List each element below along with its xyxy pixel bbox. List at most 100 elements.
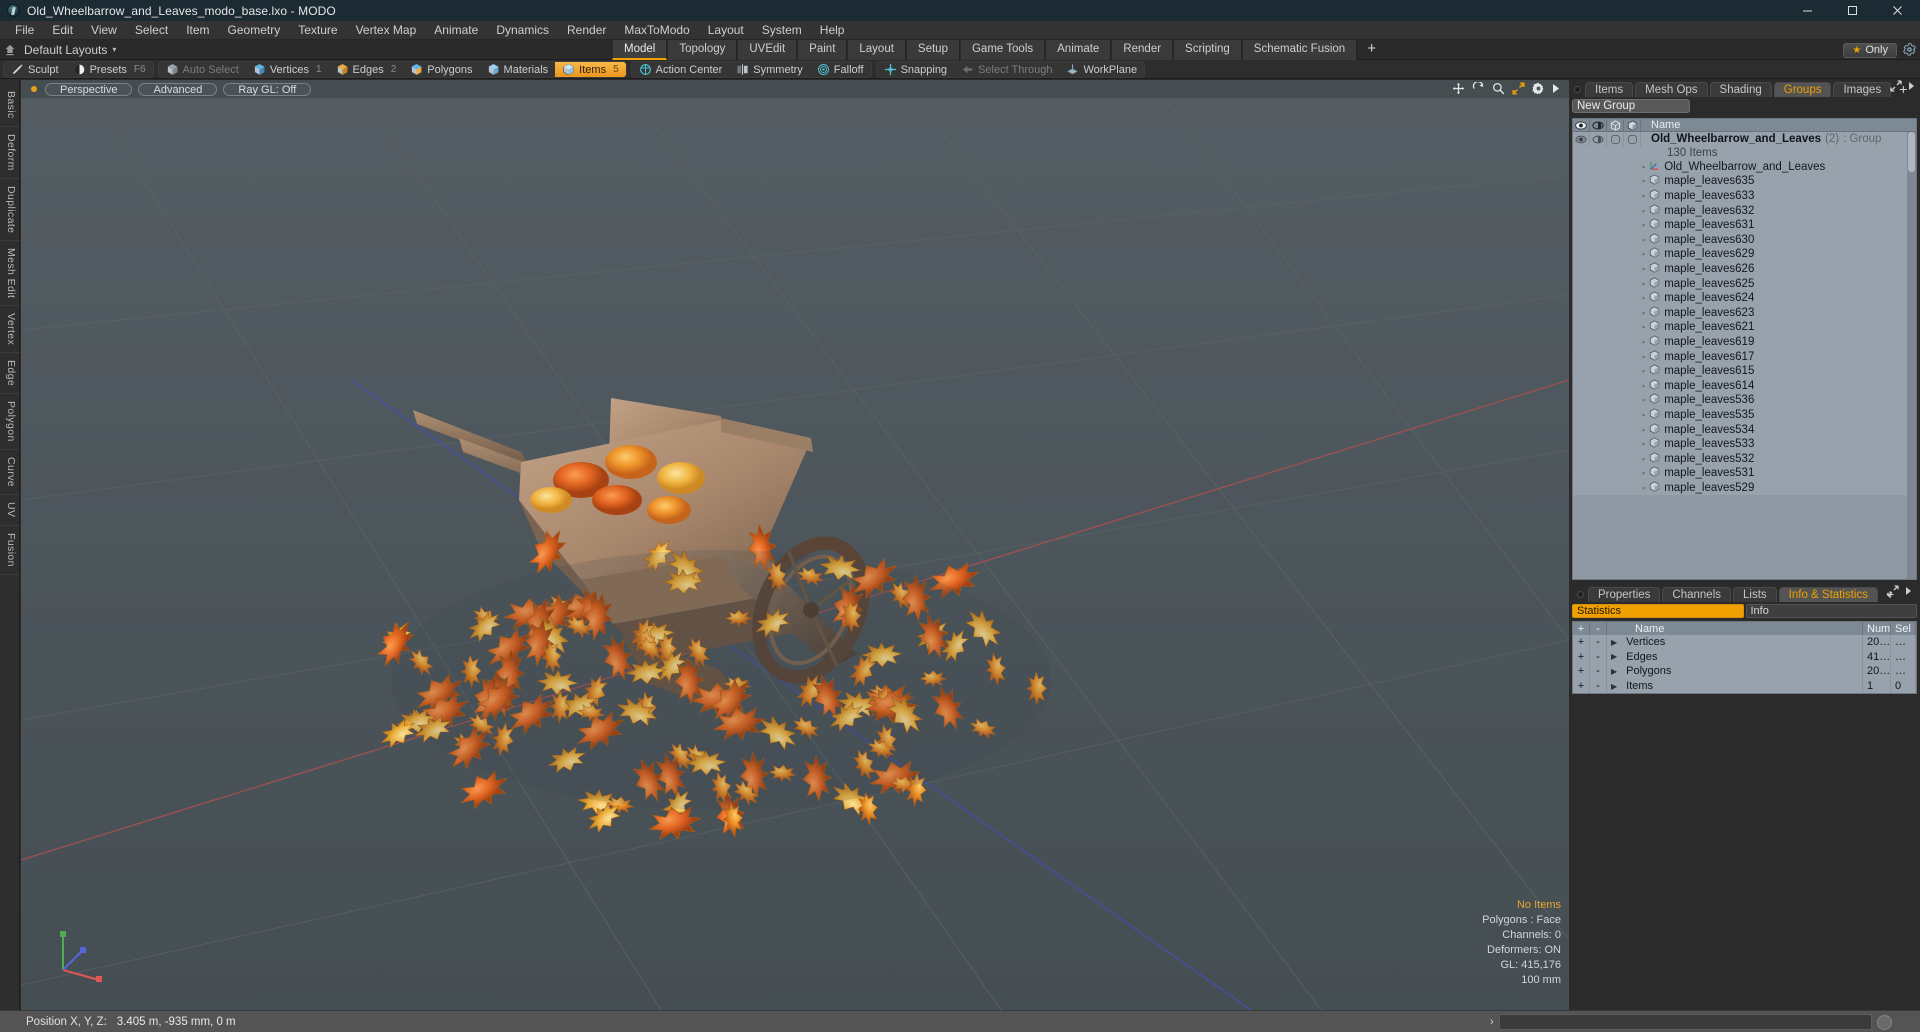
item-list-body[interactable]: Old_Wheelbarrow_and_Leaves (2) : Group 13… bbox=[1573, 132, 1916, 496]
expand-panel-icon[interactable] bbox=[1890, 80, 1902, 95]
stat-add-button[interactable]: + bbox=[1573, 664, 1590, 679]
layout-tab-uvedit[interactable]: UVEdit bbox=[737, 40, 798, 60]
list-item[interactable]: ▪ maple_leaves624 bbox=[1573, 290, 1916, 306]
viewport-projection-selector[interactable]: Perspective bbox=[45, 82, 133, 96]
menu-item-geometry[interactable]: Geometry bbox=[219, 21, 290, 40]
only-button[interactable]: ★ Only bbox=[1843, 42, 1897, 58]
menu-item-vertex-map[interactable]: Vertex Map bbox=[347, 21, 426, 40]
menu-item-help[interactable]: Help bbox=[811, 21, 854, 40]
panel-handle-dot[interactable] bbox=[1574, 86, 1581, 93]
row-wire-toggle[interactable] bbox=[1607, 132, 1624, 147]
list-item[interactable]: ▪ maple_leaves533 bbox=[1573, 436, 1916, 452]
layout-tab-topology[interactable]: Topology bbox=[667, 40, 738, 60]
tab-mesh-ops[interactable]: Mesh Ops bbox=[1635, 82, 1708, 97]
tab-properties[interactable]: Properties bbox=[1588, 587, 1661, 602]
expand-triangle-icon[interactable]: ▶ bbox=[1611, 682, 1617, 691]
toolbar-button-edges[interactable]: Edges 2 bbox=[329, 62, 404, 77]
expand-panel-icon[interactable] bbox=[1887, 585, 1899, 600]
layout-tab-schematic-fusion[interactable]: Schematic Fusion bbox=[1241, 40, 1358, 60]
close-icon[interactable] bbox=[1875, 0, 1920, 21]
menu-item-system[interactable]: System bbox=[753, 21, 811, 40]
list-item[interactable]: ▪ maple_leaves629 bbox=[1573, 247, 1916, 262]
list-item[interactable]: ▪ maple_leaves632 bbox=[1573, 203, 1916, 218]
table-row[interactable]: + - ▶ Vertices 20…… bbox=[1573, 635, 1916, 650]
rail-item-polygon[interactable]: Polygon bbox=[0, 394, 20, 451]
tab-items[interactable]: Items bbox=[1585, 82, 1634, 97]
stat-remove-button[interactable]: - bbox=[1590, 664, 1607, 679]
toolbar-button-vertices[interactable]: Vertices 1 bbox=[246, 62, 329, 77]
render-visibility-icon[interactable] bbox=[1590, 119, 1607, 132]
list-item[interactable]: ▪ maple_leaves633 bbox=[1573, 188, 1916, 204]
group-header-row[interactable]: Old_Wheelbarrow_and_Leaves (2) : Group bbox=[1573, 132, 1916, 154]
gear-icon[interactable] bbox=[1903, 42, 1916, 58]
menu-item-maxtomodo[interactable]: MaxToModo bbox=[615, 21, 698, 40]
panel-menu-arrow-icon[interactable] bbox=[1908, 80, 1916, 95]
row-render-icon[interactable] bbox=[1590, 132, 1607, 147]
menu-item-file[interactable]: File bbox=[6, 21, 43, 40]
list-item[interactable]: ▪ maple_leaves625 bbox=[1573, 276, 1916, 291]
viewport-3d[interactable]: Perspective Advanced Ray GL: Off No Item… bbox=[21, 80, 1569, 1010]
layout-tab-paint[interactable]: Paint bbox=[797, 40, 848, 60]
toolbar-button-presets[interactable]: Presets F6 bbox=[66, 62, 153, 77]
viewport-settings-gear-icon[interactable] bbox=[1532, 82, 1545, 95]
viewport-menu-arrow-icon[interactable] bbox=[1552, 83, 1561, 94]
row-shade-toggle[interactable] bbox=[1624, 132, 1641, 147]
toolbar-button-auto-select[interactable]: Auto Select bbox=[159, 62, 246, 77]
list-item[interactable]: ▪ maple_leaves615 bbox=[1573, 363, 1916, 379]
list-item[interactable]: ▪ maple_leaves535 bbox=[1573, 407, 1916, 423]
fit-icon[interactable] bbox=[1512, 82, 1525, 95]
tab-groups[interactable]: Groups bbox=[1773, 82, 1832, 97]
list-item[interactable]: ▪ maple_leaves529 bbox=[1573, 480, 1916, 496]
stat-add-button[interactable]: + bbox=[1573, 649, 1590, 665]
list-item[interactable]: ▪ maple_leaves619 bbox=[1573, 334, 1916, 350]
home-icon[interactable] bbox=[0, 40, 20, 60]
menu-item-layout[interactable]: Layout bbox=[699, 21, 753, 40]
menu-item-dynamics[interactable]: Dynamics bbox=[487, 21, 558, 40]
menu-item-texture[interactable]: Texture bbox=[289, 21, 346, 40]
item-list-scrollbar[interactable] bbox=[1907, 132, 1916, 579]
menu-item-render[interactable]: Render bbox=[558, 21, 615, 40]
layout-tab-layout[interactable]: Layout bbox=[847, 40, 906, 60]
command-input[interactable] bbox=[1498, 1014, 1872, 1030]
list-item[interactable]: ▪ maple_leaves531 bbox=[1573, 466, 1916, 481]
info-panel-handle-dot[interactable] bbox=[1577, 591, 1584, 598]
table-row[interactable]: + - ▶ Edges 41…… bbox=[1573, 649, 1916, 665]
tab-channels[interactable]: Channels bbox=[1662, 587, 1732, 602]
tab-images[interactable]: Images bbox=[1833, 82, 1892, 97]
layout-tab-model[interactable]: Model bbox=[612, 40, 668, 60]
toolbar-button-workplane[interactable]: WorkPlane bbox=[1059, 62, 1144, 77]
rail-item-basic[interactable]: Basic bbox=[0, 84, 20, 127]
maximize-icon[interactable] bbox=[1830, 0, 1875, 21]
viewport-raygl-toggle[interactable]: Ray GL: Off bbox=[223, 82, 312, 96]
list-item[interactable]: ▪ maple_leaves536 bbox=[1573, 393, 1916, 408]
table-row[interactable]: + - ▶ Items 1 0 bbox=[1573, 678, 1916, 694]
panel-menu-arrow-icon[interactable] bbox=[1905, 585, 1913, 600]
tab-shading[interactable]: Shading bbox=[1709, 82, 1772, 97]
rail-item-edge[interactable]: Edge bbox=[0, 353, 20, 395]
menu-item-select[interactable]: Select bbox=[126, 21, 177, 40]
viewport-shading-selector[interactable]: Advanced bbox=[138, 82, 218, 96]
rail-item-uv[interactable]: UV bbox=[0, 495, 20, 526]
toolbar-button-sculpt[interactable]: Sculpt bbox=[4, 62, 66, 77]
toolbar-button-select-through[interactable]: Select Through bbox=[954, 62, 1059, 77]
group-item-list[interactable]: Name Old_Wheelbarrow_and_Leaves (2) : Gr… bbox=[1572, 118, 1917, 580]
rail-item-curve[interactable]: Curve bbox=[0, 450, 20, 496]
list-item[interactable]: ▪ maple_leaves534 bbox=[1573, 422, 1916, 437]
menu-item-animate[interactable]: Animate bbox=[425, 21, 487, 40]
eye-icon[interactable] bbox=[1573, 119, 1590, 132]
stat-remove-button[interactable]: - bbox=[1590, 678, 1607, 694]
stat-add-button[interactable]: + bbox=[1573, 635, 1590, 650]
toolbar-button-action-center[interactable]: Action Center bbox=[632, 62, 730, 77]
list-item[interactable]: ▪ maple_leaves621 bbox=[1573, 320, 1916, 335]
stat-add-button[interactable]: + bbox=[1573, 678, 1590, 694]
wireframe-cube-icon[interactable] bbox=[1607, 119, 1624, 132]
tab-info-statistics[interactable]: Info & Statistics bbox=[1778, 587, 1878, 602]
command-run-icon[interactable] bbox=[1877, 1014, 1892, 1030]
list-item[interactable]: ▪ maple_leaves532 bbox=[1573, 451, 1916, 467]
rail-item-duplicate[interactable]: Duplicate bbox=[0, 179, 20, 241]
rail-item-deform[interactable]: Deform bbox=[0, 127, 20, 179]
layout-tab-render[interactable]: Render bbox=[1111, 40, 1174, 60]
menu-item-edit[interactable]: Edit bbox=[43, 21, 82, 40]
scrollbar-thumb[interactable] bbox=[1908, 132, 1915, 172]
table-row[interactable]: + - ▶ Polygons 20…… bbox=[1573, 664, 1916, 679]
